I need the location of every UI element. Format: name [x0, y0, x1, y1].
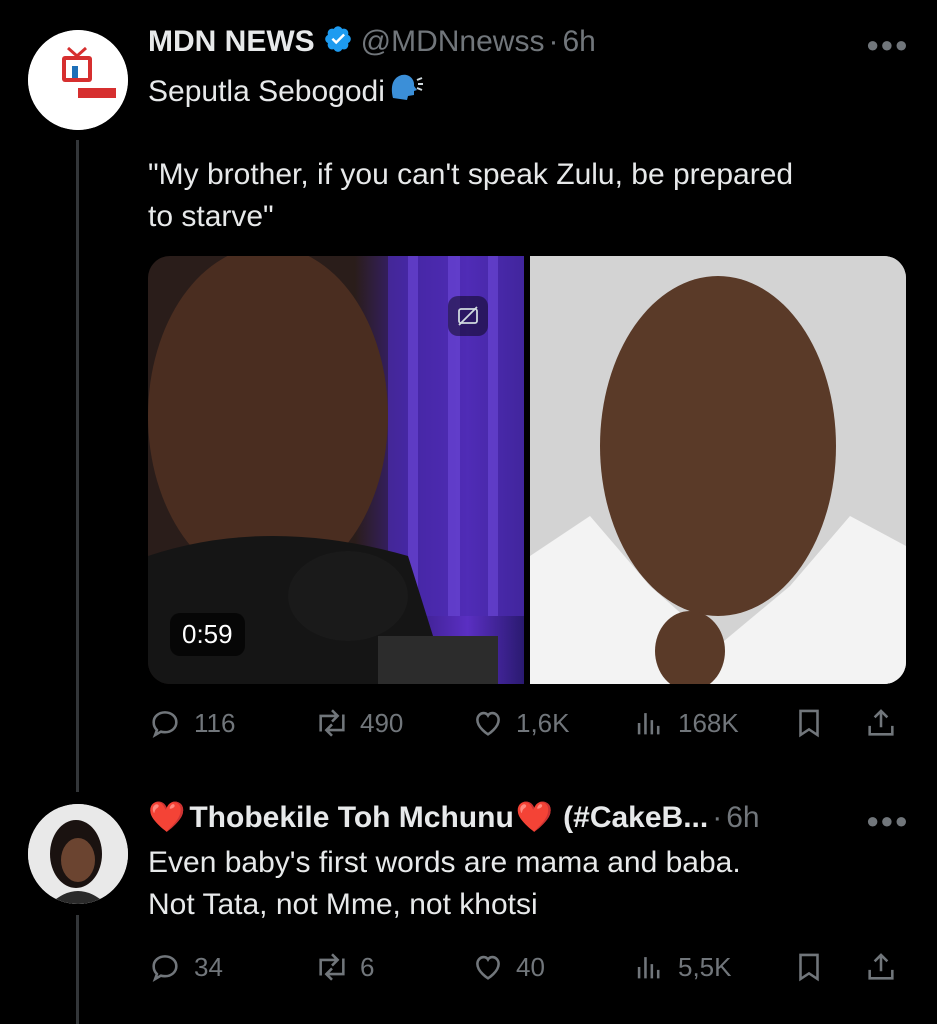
heart-icon [476, 711, 500, 736]
tweet-header: MDN NEWS @MDNnewss · 6h [148, 24, 596, 59]
reply-icon [152, 955, 178, 982]
share-button[interactable] [864, 705, 898, 741]
thread-connector-line [76, 140, 79, 792]
bookmark-button[interactable] [792, 949, 826, 985]
reply-timestamp[interactable]: 6h [726, 801, 759, 835]
like-count: 1,6K [516, 707, 570, 738]
separator-dot: · [712, 800, 723, 834]
reply-button[interactable]: 34 [148, 950, 223, 984]
captions-icon[interactable] [448, 296, 488, 336]
verified-badge-icon [323, 24, 353, 59]
mdn-news-logo [28, 30, 128, 130]
heart-emoji-icon: ❤️ [148, 801, 186, 834]
share-icon [868, 953, 894, 980]
tweet-media[interactable]: 0:59 [148, 256, 906, 684]
reply-header: ❤️ Thobekile Toh Mchunu ❤️ (#CakeB... · … [148, 800, 760, 835]
video-duration-badge: 0:59 [170, 613, 245, 656]
reply-text-line: Not Tata, not Mme, not khotsi [148, 888, 538, 921]
like-button[interactable]: 40 [470, 950, 545, 984]
heart-emoji-icon: ❤️ [515, 801, 554, 834]
like-count: 40 [516, 951, 545, 982]
retweet-button[interactable]: 490 [312, 706, 403, 740]
tweet-quote: "My brother, if you can't speak Zulu, be… [148, 154, 793, 238]
avatar[interactable] [28, 30, 128, 130]
reply-author-tag[interactable]: (#CakeB... [563, 801, 708, 835]
retweet-count: 490 [360, 707, 404, 738]
reply-count: 116 [194, 707, 236, 738]
retweet-icon [319, 953, 345, 981]
views-icon [637, 957, 660, 979]
timestamp[interactable]: 6h [562, 25, 595, 59]
retweet-button[interactable]: 6 [312, 950, 374, 984]
retweet-icon [319, 709, 345, 737]
more-options-icon[interactable]: ●●● [866, 32, 909, 58]
photo-person-image [530, 256, 906, 684]
thread-connector-line [76, 915, 79, 1024]
author-name[interactable]: MDN NEWS [148, 25, 315, 59]
speaking-head-icon [387, 70, 423, 114]
avatar[interactable] [28, 804, 128, 904]
reply-author-name[interactable]: Thobekile Toh Mchunu [189, 801, 513, 835]
tweet-text: Seputla Sebogodi [148, 75, 385, 108]
tweet-text-line1: Seputla Sebogodi [148, 70, 423, 114]
share-icon [868, 709, 894, 736]
author-handle[interactable]: @MDNnewss [361, 25, 545, 59]
reply-author-photo [28, 804, 128, 904]
reply-button[interactable]: 116 [148, 706, 235, 740]
separator-dot: · [548, 24, 559, 58]
share-button[interactable] [864, 949, 898, 985]
bookmark-button[interactable] [792, 705, 826, 741]
reply-icon [152, 711, 178, 738]
reply-count: 34 [194, 951, 223, 982]
reply-text-line: Even baby's first words are mama and bab… [148, 846, 741, 879]
tweet-quote-line: to starve" [148, 200, 274, 233]
heart-icon [476, 955, 500, 980]
views-count: 5,5K [678, 951, 732, 982]
views-button[interactable]: 5,5K [632, 950, 732, 984]
like-button[interactable]: 1,6K [470, 706, 570, 740]
reply-text: Even baby's first words are mama and bab… [148, 842, 741, 926]
tweet-actions: 116 490 1,6K 168K [148, 700, 908, 746]
photo-thumbnail[interactable] [530, 256, 906, 684]
bookmark-icon [799, 953, 819, 982]
retweet-count: 6 [360, 951, 375, 982]
more-options-icon[interactable]: ●●● [866, 808, 909, 834]
views-button[interactable]: 168K [632, 706, 739, 740]
bookmark-icon [799, 709, 819, 738]
views-icon [637, 713, 660, 735]
tweet-quote-line: "My brother, if you can't speak Zulu, be… [148, 158, 794, 191]
views-count: 168K [678, 707, 739, 738]
reply-actions: 34 6 40 5,5K [148, 944, 908, 990]
